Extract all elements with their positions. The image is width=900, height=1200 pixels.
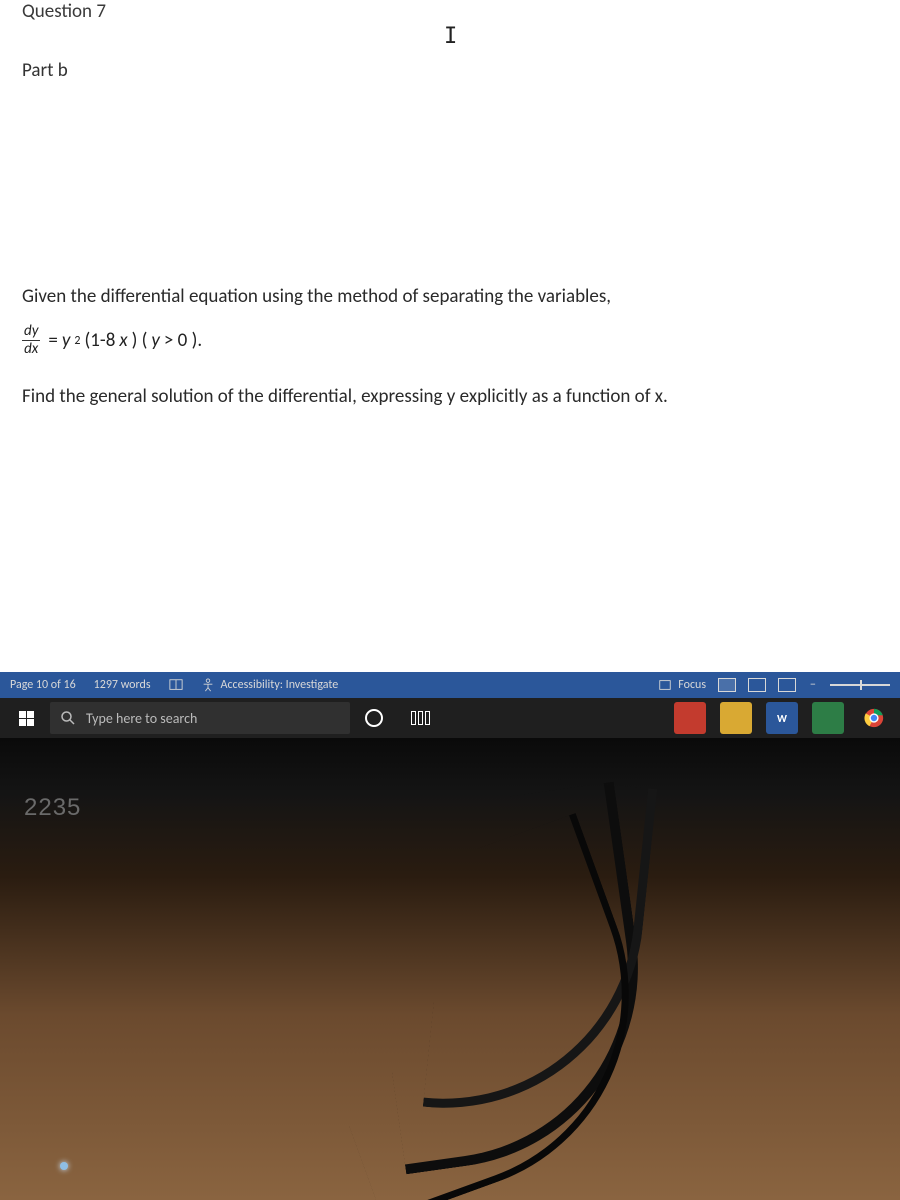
book-icon [169, 678, 183, 692]
status-words-label: 1297 words [94, 678, 151, 692]
taskbar-search[interactable]: Type here to search [50, 702, 350, 734]
eq-exponent: 2 [74, 334, 80, 348]
focus-icon [658, 678, 672, 692]
fraction-numerator: dy [22, 324, 40, 341]
search-icon [60, 710, 76, 726]
app-icon-1 [674, 702, 706, 734]
instruction-text: Find the general solution of the differe… [22, 385, 878, 408]
eq-y: y [62, 329, 71, 352]
fraction-dy-dx: dy dx [22, 324, 40, 357]
app-icon-4 [812, 702, 844, 734]
status-page[interactable]: Page 10 of 16 [10, 678, 76, 692]
view-print-layout[interactable] [748, 678, 766, 692]
monitor-bezel: 2235 [0, 738, 900, 1200]
task-view-button[interactable] [398, 698, 442, 738]
search-placeholder: Type here to search [86, 710, 197, 727]
question-header: Question 7 [22, 0, 878, 23]
status-word-count[interactable]: 1297 words [94, 678, 151, 692]
taskbar-app-word[interactable]: W [760, 698, 804, 738]
screen-area: Question 7 I Part b Given the differenti… [0, 0, 900, 738]
start-button[interactable] [4, 698, 48, 738]
eq-x: x [119, 329, 127, 352]
part-label: Part b [22, 59, 878, 82]
view-read-mode[interactable] [718, 678, 736, 692]
zoom-minus[interactable]: − [808, 678, 818, 692]
view-web-layout[interactable] [778, 678, 796, 692]
eq-y2: y [151, 329, 160, 352]
word-status-bar: Page 10 of 16 1297 words Accessibility: … [0, 672, 900, 698]
zoom-slider[interactable] [830, 684, 890, 686]
status-accessibility-label: Accessibility: Investigate [221, 678, 339, 692]
document-page: Question 7 I Part b Given the differenti… [0, 0, 900, 672]
app-icon-2 [720, 702, 752, 734]
taskbar-app-2[interactable] [714, 698, 758, 738]
equation-line: dy dx = y2 (1-8x) (y > 0 ). [22, 324, 878, 357]
status-spellcheck[interactable] [169, 678, 183, 692]
eq-open-paren: (1-8 [84, 329, 115, 352]
status-page-label: Page 10 of 16 [10, 678, 76, 692]
eq-equals: = [48, 329, 57, 352]
eq-close-open: ) ( [132, 329, 148, 352]
taskbar-app-chrome[interactable] [852, 698, 896, 738]
cortana-button[interactable] [352, 698, 396, 738]
eq-condition: > 0 ). [164, 329, 202, 352]
accessibility-icon [201, 678, 215, 692]
monitor-model-label: 2235 [24, 794, 81, 822]
windows-taskbar: Type here to search W [0, 698, 900, 738]
intro-text: Given the differential equation using th… [22, 282, 878, 312]
zoom-thumb[interactable] [860, 680, 862, 690]
taskbar-app-1[interactable] [668, 698, 712, 738]
cortana-icon [365, 709, 383, 727]
fraction-denominator: dx [24, 341, 38, 357]
chrome-icon [863, 707, 885, 729]
windows-logo-icon [19, 711, 34, 726]
led-indicator [60, 1162, 68, 1170]
taskbar-app-4[interactable] [806, 698, 850, 738]
task-view-icon [411, 711, 430, 725]
text-cursor: I [444, 24, 457, 49]
status-accessibility[interactable]: Accessibility: Investigate [201, 678, 339, 692]
focus-mode-button[interactable]: Focus [658, 678, 706, 692]
word-icon: W [766, 702, 798, 734]
focus-label: Focus [678, 678, 706, 692]
